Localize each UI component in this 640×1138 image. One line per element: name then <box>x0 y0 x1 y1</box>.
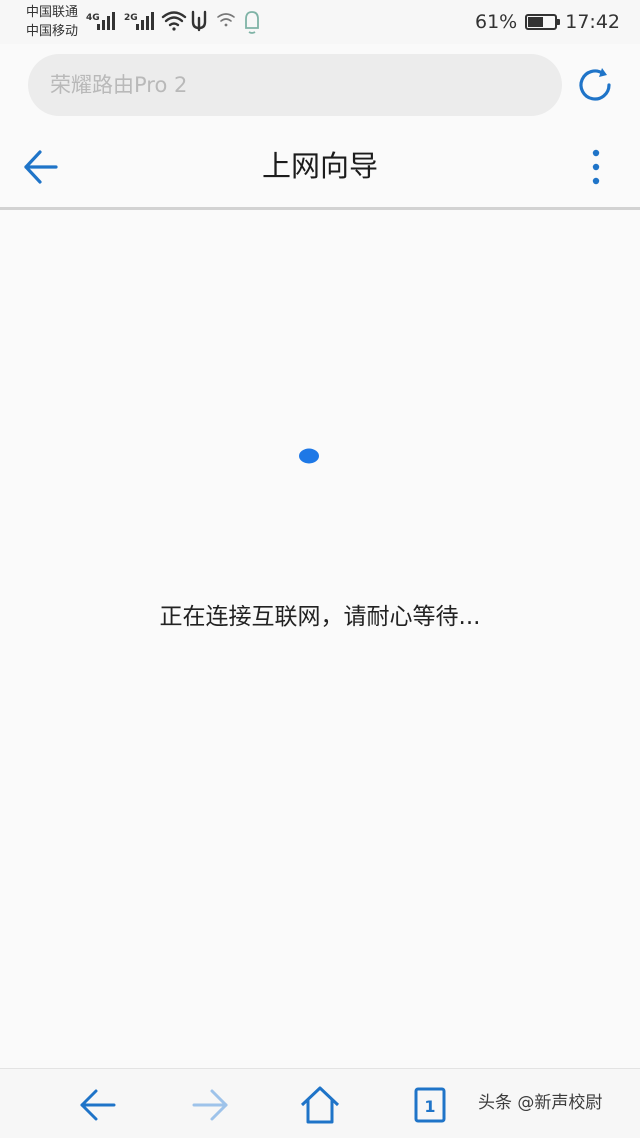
nav-back-button[interactable] <box>76 1083 120 1127</box>
clock: 17:42 <box>565 11 620 33</box>
bottom-toolbar: 1 头条 @新声校尉 <box>0 1068 640 1138</box>
notification-bell-icon <box>245 11 259 34</box>
arrow-left-icon <box>80 1089 116 1121</box>
title-bar: 上网向导 <box>0 124 640 208</box>
battery-icon <box>525 14 561 30</box>
loading-message: 正在连接互联网，请耐心等待... <box>159 604 481 630</box>
carrier-2: 中国移动 <box>26 24 79 39</box>
signal-2-tech-label: 2G <box>124 13 138 23</box>
battery-percent: 61% <box>475 11 518 33</box>
signal-bars-1-icon <box>97 12 115 30</box>
carrier-names: 中国联通 中国移动 <box>26 3 78 41</box>
browser-screen: 中国联通 中国移动 4G 2G 61% 17:42 荣耀路由Pro 2 上网向导… <box>0 0 640 1138</box>
page-title: 上网向导 <box>261 149 378 183</box>
usb-icon <box>191 10 207 32</box>
address-text: 荣耀路由Pro 2 <box>50 73 188 97</box>
tabs-button[interactable]: 1 <box>408 1083 452 1127</box>
refresh-button[interactable] <box>572 62 618 108</box>
signal-bars-2-icon <box>136 12 154 30</box>
wifi-hotspot-icon <box>217 13 235 27</box>
loading-spinner-icon <box>299 448 319 464</box>
carrier-1: 中国联通 <box>26 5 79 20</box>
arrow-right-icon <box>192 1089 228 1121</box>
title-divider <box>0 207 640 210</box>
more-vertical-icon <box>592 149 600 185</box>
status-icons: 4G 2G <box>86 10 259 34</box>
nav-home-button[interactable] <box>298 1083 342 1127</box>
battery-level <box>528 17 544 27</box>
watermark-text: 头条 @新声校尉 <box>478 1093 603 1113</box>
signal-1-tech-label: 4G <box>86 13 100 23</box>
status-bar: 中国联通 中国移动 4G 2G 61% 17:42 <box>0 0 640 44</box>
wifi-icon <box>161 11 187 31</box>
nav-forward-button[interactable] <box>188 1083 232 1127</box>
home-icon <box>300 1086 340 1124</box>
status-right: 61% 17:42 <box>475 10 620 34</box>
address-bar[interactable]: 荣耀路由Pro 2 <box>28 54 562 116</box>
tab-count: 1 <box>424 1097 435 1116</box>
more-options-button[interactable] <box>580 146 612 188</box>
